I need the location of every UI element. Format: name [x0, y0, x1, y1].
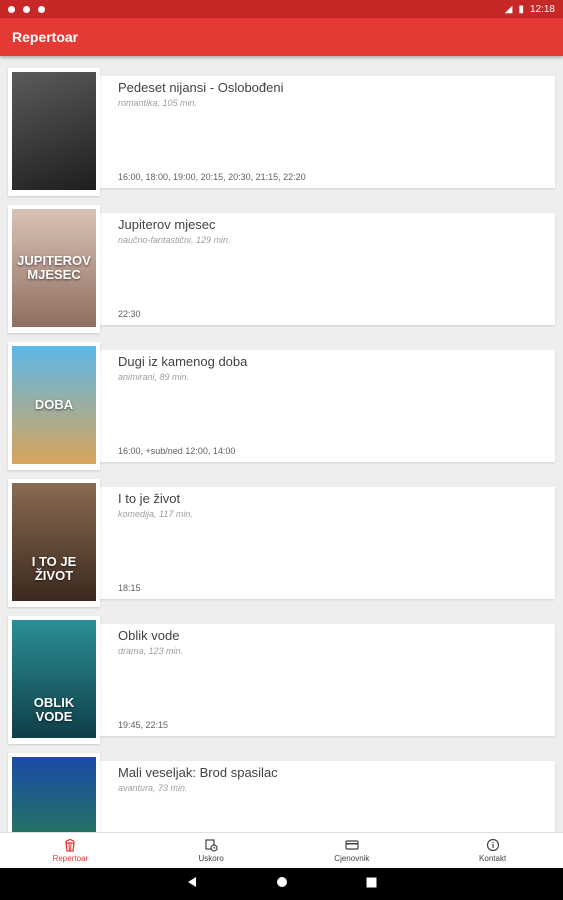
back-button[interactable]	[186, 875, 198, 893]
movie-card[interactable]: I TO JE ŽIVOT I to je život komedija, 11…	[8, 479, 555, 607]
movie-showtimes: 16:00, 18:00, 19:00, 20:15, 20:30, 21:15…	[118, 172, 306, 182]
nav-item-kontakt[interactable]: Kontakt	[422, 833, 563, 868]
bottom-navigation: Repertoar Uskoro Cjenovnik Kontakt	[0, 832, 563, 868]
movie-title: Mali veseljak: Brod spasilac	[118, 765, 278, 780]
notification-icon	[8, 5, 15, 13]
movie-poster: OBLIK VODE	[8, 616, 100, 744]
poster-text: DOBA	[34, 397, 74, 412]
movie-card[interactable]: OBLIK VODE Oblik vode drama, 123 min. 19…	[8, 616, 555, 744]
movie-meta: avantura, 73 min.	[118, 783, 188, 793]
movie-showtimes: 22:30	[118, 309, 141, 319]
movie-showtimes: 19:45, 22:15	[118, 720, 169, 730]
movie-title: Pedeset nijansi - Oslobođeni	[118, 80, 284, 95]
movie-title: Dugi iz kamenog doba	[118, 354, 248, 369]
movie-showtimes: 18:15	[118, 583, 141, 593]
movie-poster	[8, 753, 100, 832]
sd-card-icon	[38, 5, 45, 13]
calendar-clock-icon	[205, 839, 218, 852]
nav-label: Cjenovnik	[334, 854, 370, 863]
home-button[interactable]	[276, 875, 288, 893]
movie-poster: DOBA	[8, 342, 100, 470]
movie-title: I to je život	[118, 491, 181, 506]
signal-icon: ◢	[504, 3, 513, 15]
movie-poster: JUPITEROV MJESEC	[8, 205, 100, 333]
nav-item-uskoro[interactable]: Uskoro	[141, 833, 282, 868]
sync-icon	[23, 5, 30, 13]
app-bar: Repertoar	[0, 18, 563, 56]
movie-list[interactable]: Pedeset nijansi - Oslobođeni romantika, …	[0, 56, 563, 832]
system-navigation-bar	[0, 868, 563, 900]
movie-meta: animirani, 89 min.	[118, 372, 190, 382]
movie-card[interactable]: JUPITEROV MJESEC Jupiterov mjesec naučno…	[8, 205, 555, 333]
movie-poster: I TO JE ŽIVOT	[8, 479, 100, 607]
nav-label: Uskoro	[198, 854, 224, 863]
movie-card[interactable]: Pedeset nijansi - Oslobođeni romantika, …	[8, 68, 555, 196]
movie-meta: drama, 123 min.	[118, 646, 184, 656]
nav-label: Repertoar	[52, 854, 89, 863]
nav-item-repertoar[interactable]: Repertoar	[0, 833, 141, 868]
movie-showtimes: 16:00, +sub/ned 12:00, 14:00	[118, 446, 236, 456]
poster-text: OBLIK VODE	[33, 695, 75, 724]
movie-meta: romantika, 105 min.	[118, 98, 198, 108]
movie-title: Oblik vode	[118, 628, 180, 643]
movie-poster	[8, 68, 100, 196]
nav-label: Kontakt	[479, 854, 507, 863]
movie-title: Jupiterov mjesec	[118, 217, 216, 232]
movie-meta: naučno-fantastični, 129 min.	[118, 235, 231, 245]
status-time: 12:18	[529, 3, 555, 15]
page-title: Repertoar	[12, 29, 79, 45]
movie-card[interactable]: Mali veseljak: Brod spasilac avantura, 7…	[8, 753, 555, 832]
info-icon	[486, 838, 499, 852]
status-bar: ◢ ▮ 12:18	[0, 0, 563, 18]
credit-card-icon	[345, 840, 359, 850]
movie-meta: komedija, 117 min.	[118, 509, 193, 519]
recents-button[interactable]	[366, 875, 377, 893]
battery-icon: ▮	[518, 3, 524, 15]
popcorn-icon	[65, 838, 76, 852]
poster-text: JUPITEROV MJESEC	[17, 253, 91, 282]
movie-card[interactable]: DOBA Dugi iz kamenog doba animirani, 89 …	[8, 342, 555, 470]
poster-text: I TO JE ŽIVOT	[31, 554, 77, 583]
nav-item-cjenovnik[interactable]: Cjenovnik	[282, 833, 423, 868]
